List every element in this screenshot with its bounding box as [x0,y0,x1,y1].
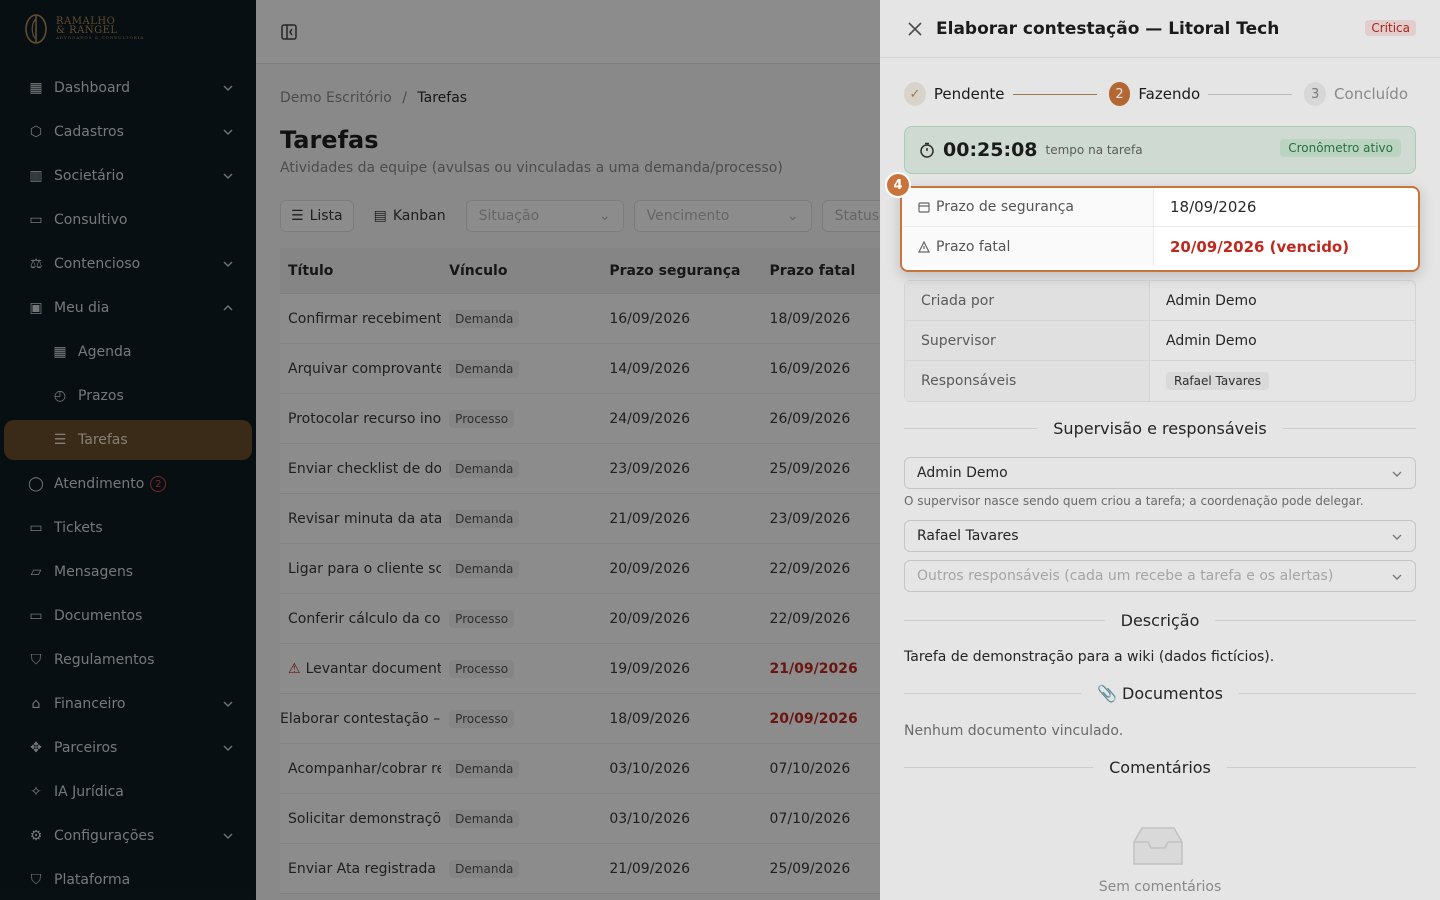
priority-badge: Crítica [1365,20,1416,36]
task-drawer: Elaborar contestação — Litoral Tech Crít… [880,0,1440,900]
no-comments-text: Sem comentários [1098,879,1222,895]
prazo-seguranca-row: Prazo de segurança 18/09/2026 [902,188,1418,227]
step-connector [1012,93,1097,95]
drawer-title: Elaborar contestação — Litoral Tech [936,18,1280,39]
chevron-down-icon [1392,534,1402,540]
task-description: Tarefa de demonstração para a wiki (dado… [904,649,1275,665]
section-comentarios: Comentários [904,757,1417,777]
prazo-seguranca-value: 18/09/2026 [1170,198,1257,216]
step-current-number[interactable]: 2 [1108,82,1131,106]
empty-inbox-icon [1133,827,1183,865]
section-descricao: Descrição [904,610,1416,630]
step-done-check-icon[interactable]: ✓ [904,82,926,106]
warning-icon [918,240,930,253]
chevron-down-icon [1392,574,1402,580]
drawer-header: Elaborar contestação — Litoral Tech Crít… [880,0,1440,58]
section-documentos: 📎 Documentos [904,683,1416,703]
step-pendente[interactable]: Pendente [934,85,1005,103]
close-icon[interactable] [906,20,924,38]
modal-overlay[interactable] [0,0,880,900]
timer-status-badge: Cronômetro ativo [1280,139,1401,157]
responsavel-select[interactable]: Rafael Tavares [904,520,1416,552]
deadlines-highlight: Prazo de segurança 18/09/2026 Prazo fata… [900,186,1420,272]
calendar-icon [918,202,930,213]
prazo-fatal-value: 20/09/2026 (vencido) [1170,237,1350,256]
stopwatch-icon [920,142,934,158]
info-row-responsaveis: Responsáveis Rafael Tavares [905,361,1415,401]
supervisor-hint: O supervisor nasce sendo quem criou a ta… [904,494,1364,508]
timer-value: 00:25:08 [943,139,1038,161]
responsavel-chip: Rafael Tavares [1166,372,1269,390]
step-todo-number[interactable]: 3 [1304,82,1327,106]
outros-responsaveis-select[interactable]: Outros responsáveis (cada um recebe a ta… [904,560,1416,592]
chevron-down-icon [1392,471,1402,477]
step-concluido[interactable]: Concluído [1334,85,1408,103]
step-fazendo[interactable]: Fazendo [1138,85,1200,103]
step-connector [1208,93,1293,95]
status-stepper: ✓ Pendente 2 Fazendo 3 Concluído [904,82,1416,106]
prazo-fatal-row: Prazo fatal 20/09/2026 (vencido) [902,227,1418,266]
info-row-criada-por: Criada por Admin Demo [905,281,1415,321]
step-badge: 4 [885,172,911,198]
supervisor-select[interactable]: Admin Demo [904,457,1416,489]
info-row-supervisor: Supervisor Admin Demo [905,321,1415,361]
paperclip-icon: 📎 [1096,683,1117,703]
section-supervisao: Supervisão e responsáveis [904,418,1416,438]
no-documents-text: Nenhum documento vinculado. [904,723,1124,739]
timer-panel: 00:25:08 tempo na tarefa Cronômetro ativ… [904,126,1416,174]
timer-caption: tempo na tarefa [1045,143,1143,157]
task-info-table: Criada por Admin Demo Supervisor Admin D… [904,280,1416,402]
